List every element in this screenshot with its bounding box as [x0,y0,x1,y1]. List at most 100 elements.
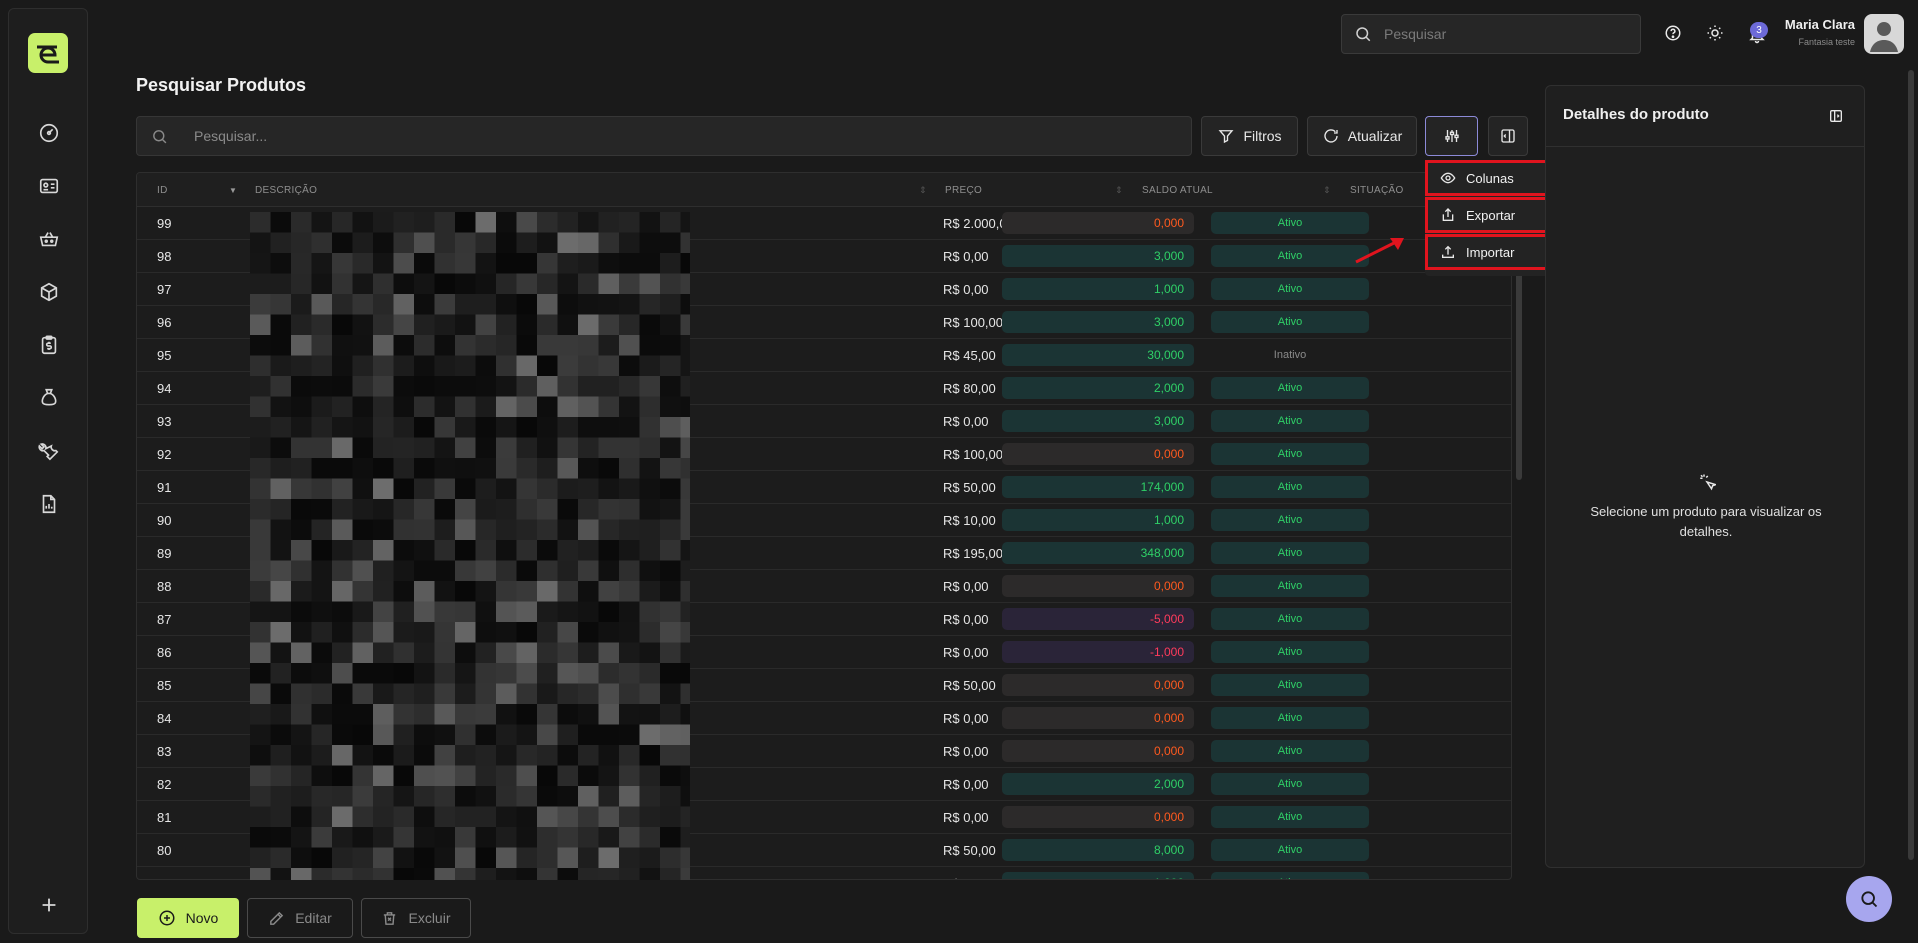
cell-balance: 3,000 [1002,245,1194,267]
cell-id: 82 [157,777,172,792]
user-company: Fantasia teste [1798,37,1855,47]
delete-button[interactable]: Excluir [361,898,471,938]
cell-id: 97 [157,282,172,297]
cell-price: R$ 100,00 [943,447,1003,462]
header-status[interactable]: SITUAÇÃO [1350,173,1404,207]
cell-id: 83 [157,744,172,759]
cell-balance: -1,000 [1002,641,1194,663]
table-scrollbar[interactable] [1516,260,1522,480]
sun-icon[interactable] [1704,22,1726,44]
sort-desc-icon[interactable]: ▼ [229,173,237,207]
cell-id: 91 [157,480,172,495]
edit-icon [270,911,284,925]
cell-price: R$ 50,00 [943,678,996,693]
clipboard-dollar-icon[interactable] [35,331,63,359]
cell-status: Ativo [1211,377,1369,399]
cell-price: R$ 0,00 [943,777,989,792]
cell-status: Ativo [1211,212,1369,234]
cell-id: 93 [157,414,172,429]
plus-icon[interactable] [35,891,63,919]
cell-price: R$ 0,00 [943,612,989,627]
cell-id: 84 [157,711,172,726]
header-id[interactable]: ID [157,173,168,207]
cell-balance: 1,000 [1002,872,1194,879]
cell-id: 96 [157,315,172,330]
cell-balance: 8,000 [1002,839,1194,861]
filters-button[interactable]: Filtros [1201,116,1298,156]
cell-price: R$ 0,00 [943,579,989,594]
cell-balance: -5,000 [1002,608,1194,630]
cell-status: Ativo [1211,674,1369,696]
toggle-panel-button[interactable] [1488,116,1528,156]
cell-price: R$ 0,00 [943,249,989,264]
cell-id: 89 [157,546,172,561]
new-label: Novo [185,910,219,926]
cell-status: Ativo [1211,608,1369,630]
sort-icon[interactable]: ⇕ [1115,173,1123,207]
cell-status: Ativo [1211,740,1369,762]
cell-price: R$ 0,00 [943,414,989,429]
cell-price: R$ 0,00 [943,282,989,297]
filter-icon [1218,130,1234,144]
cell-balance: 30,000 [1002,344,1194,366]
global-search-input[interactable]: Pesquisar [1341,14,1641,54]
user-avatar-icon [1870,22,1898,52]
package-icon[interactable] [35,278,63,306]
cell-status: Ativo [1211,641,1369,663]
cell-balance: 0,000 [1002,674,1194,696]
page-title: Pesquisar Produtos [136,75,307,95]
wrench-icon[interactable] [35,437,63,465]
cell-status: Ativo [1211,542,1369,564]
page-scrollbar[interactable] [1908,70,1914,860]
avatar[interactable] [1864,14,1904,54]
collapse-panel-icon[interactable] [1828,108,1844,124]
details-empty-message: Selecione um produto para visualizar os … [1590,504,1822,539]
settings-button[interactable] [1425,116,1478,156]
search-icon [1861,891,1878,908]
new-button[interactable]: Novo [137,898,239,938]
user-name[interactable]: Maria Clara [1785,17,1855,32]
search-fab[interactable] [1846,876,1892,922]
cell-price: R$ 0,00 [943,645,989,660]
cell-status: Ativo [1211,278,1369,300]
report-icon[interactable] [35,490,63,518]
cell-id: 99 [157,216,172,231]
mosaic-image [250,212,690,880]
menu-export-label: Exportar [1466,207,1516,223]
cell-status: Ativo [1211,872,1369,879]
header-description[interactable]: DESCRIÇÃO [255,173,317,207]
gauge-icon[interactable] [35,119,63,147]
plus-circle-icon [159,910,175,926]
id-card-icon[interactable] [35,172,63,200]
sidebar [8,8,88,934]
search-icon [153,129,167,143]
cell-id: 87 [157,612,172,627]
money-bag-icon[interactable] [35,384,63,412]
table-header: ID ▼ DESCRIÇÃO ⇕ PREÇO ⇕ SALDO ATUAL ⇕ S… [137,173,1511,207]
cell-id: 81 [157,810,172,825]
refresh-label: Atualizar [1347,128,1403,144]
search-icon [1356,27,1371,42]
cell-balance: 1,000 [1002,509,1194,531]
refresh-icon [1324,129,1338,143]
help-icon[interactable] [1662,22,1684,44]
edit-button[interactable]: Editar [247,898,353,938]
edit-label: Editar [295,910,332,926]
header-price[interactable]: PREÇO [945,173,982,207]
cell-status: Ativo [1211,410,1369,432]
app-logo[interactable] [28,33,68,73]
cell-balance: 2,000 [1002,773,1194,795]
cell-price: R$ 195,00 [943,546,1003,561]
cell-balance: 0,000 [1002,707,1194,729]
cell-price: R$ 100,00 [943,315,1003,330]
cell-id: 98 [157,249,172,264]
refresh-button[interactable]: Atualizar [1307,116,1417,156]
basket-icon[interactable] [35,225,63,253]
global-search-placeholder: Pesquisar [1384,26,1447,42]
cell-price: R$ 80,00 [943,381,996,396]
sort-icon[interactable]: ⇕ [1323,173,1331,207]
sort-icon[interactable]: ⇕ [919,173,927,207]
product-details-panel: Detalhes do produto Selecione um produto… [1545,85,1865,868]
product-search-input[interactable]: Pesquisar... [136,116,1192,156]
header-balance[interactable]: SALDO ATUAL [1142,173,1213,207]
